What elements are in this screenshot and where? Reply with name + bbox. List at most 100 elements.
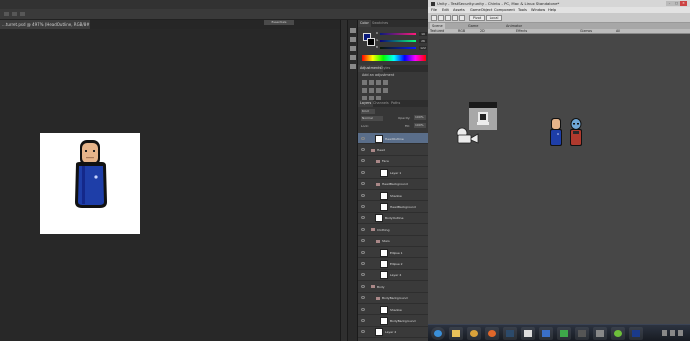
layer-row[interactable]: Ellipse 2	[358, 258, 429, 270]
character-icon[interactable]	[350, 55, 356, 60]
taskbar-chrome-button[interactable]	[467, 327, 481, 340]
curves-icon[interactable]	[376, 80, 381, 85]
blue-value-field[interactable]: 122	[419, 46, 427, 50]
taskbar-spotify-button[interactable]	[611, 327, 625, 340]
maximize-button[interactable]: □	[673, 1, 680, 6]
opacity-field[interactable]: 100%	[414, 115, 426, 120]
minimize-button[interactable]: –	[666, 1, 673, 6]
layer-row[interactable]: Body	[358, 281, 429, 293]
ps-option-icon[interactable]	[20, 12, 25, 16]
visibility-eye-icon[interactable]	[361, 216, 365, 220]
battery-icon[interactable]	[678, 330, 683, 336]
blend-mode-dropdown[interactable]: Normal	[361, 116, 383, 121]
workspace-switcher[interactable]: Essentials	[264, 20, 294, 25]
layer-row[interactable]: BodyBackground	[358, 293, 429, 304]
visibility-eye-icon[interactable]	[361, 250, 365, 254]
scene-view[interactable]	[428, 34, 690, 324]
background-color-swatch[interactable]	[367, 38, 375, 46]
tab-channels[interactable]: Channels	[371, 100, 391, 107]
green-slider[interactable]	[380, 40, 416, 42]
layer-row[interactable]: Ellipse 1	[358, 247, 429, 259]
layer-row[interactable]: Layer 2	[358, 327, 429, 339]
visibility-eye-icon[interactable]	[361, 307, 365, 311]
visibility-eye-icon[interactable]	[361, 136, 365, 140]
taskbar-firefox-button[interactable]	[485, 327, 499, 340]
security-guard-sprite[interactable]	[72, 140, 110, 210]
taskbar-app-green-button[interactable]	[557, 327, 571, 340]
guard-character-blue[interactable]	[549, 118, 563, 146]
layer-row[interactable]: Shadow	[358, 190, 429, 202]
visibility-eye-icon[interactable]	[361, 148, 365, 152]
visibility-eye-icon[interactable]	[361, 170, 365, 174]
taskbar-app-blue-button[interactable]	[539, 327, 553, 340]
taskbar-app-gray-button[interactable]	[593, 327, 607, 340]
taskbar-unity-button[interactable]	[521, 327, 535, 340]
rect-tool-icon[interactable]	[459, 15, 465, 21]
color-balance-icon[interactable]	[376, 88, 381, 93]
tab-color[interactable]: Color	[358, 20, 371, 27]
alien-character-red[interactable]	[569, 118, 583, 146]
visibility-eye-icon[interactable]	[361, 239, 365, 243]
turret-gameobject-icon[interactable]	[469, 102, 497, 130]
properties-icon[interactable]	[350, 37, 356, 42]
taskbar-folder-button[interactable]	[449, 327, 463, 340]
layer-row[interactable]: Stars	[358, 236, 429, 247]
ps-option-icon[interactable]	[4, 12, 9, 16]
scale-tool-icon[interactable]	[452, 15, 458, 21]
layer-row[interactable]: Shadow	[358, 304, 429, 316]
local-toggle[interactable]: Local	[486, 15, 502, 21]
visibility-eye-icon[interactable]	[361, 284, 365, 288]
visibility-eye-icon[interactable]	[361, 262, 365, 266]
layer-row[interactable]: Layer 4	[358, 270, 429, 282]
kind-filter-dropdown[interactable]: Kind	[361, 109, 375, 114]
brightness-icon[interactable]	[362, 80, 367, 85]
red-slider[interactable]	[380, 33, 416, 35]
visibility-eye-icon[interactable]	[361, 205, 365, 209]
taskbar-windows-start-button[interactable]	[431, 327, 445, 340]
move-tool-icon[interactable]	[438, 15, 444, 21]
fill-field[interactable]: 100%	[414, 123, 426, 128]
green-value-field[interactable]: 26	[419, 39, 427, 43]
layer-list[interactable]: HeadOutline Head Face Layer 1 HeadBackground…	[358, 133, 429, 341]
layer-row[interactable]: Head	[358, 144, 429, 156]
red-value-field[interactable]: 10	[419, 32, 427, 36]
visibility-eye-icon[interactable]	[361, 193, 365, 197]
ps-option-icon[interactable]	[12, 12, 17, 16]
layer-row[interactable]: Face	[358, 156, 429, 168]
layer-row[interactable]: HeadOutline	[358, 133, 429, 145]
visibility-eye-icon[interactable]	[361, 296, 365, 300]
rotate-tool-icon[interactable]	[445, 15, 451, 21]
tab-paths[interactable]: Paths	[389, 100, 402, 107]
layer-row[interactable]: BodyOutline	[358, 213, 429, 225]
taskbar-media-button[interactable]	[575, 327, 589, 340]
color-spectrum-ramp[interactable]	[362, 55, 426, 61]
layer-row[interactable]: Clothing	[358, 224, 429, 236]
hand-tool-icon[interactable]	[431, 15, 437, 21]
tab-styles[interactable]: Styles	[378, 65, 392, 72]
tab-swatches[interactable]: Swatches	[370, 20, 390, 27]
levels-icon[interactable]	[369, 80, 374, 85]
taskbar-photoshop-button[interactable]	[629, 327, 643, 340]
layer-row[interactable]: HeadBackground	[358, 179, 429, 190]
black-white-icon[interactable]	[383, 88, 388, 93]
camera-icon[interactable]	[455, 127, 479, 145]
visibility-eye-icon[interactable]	[361, 273, 365, 277]
vibrance-icon[interactable]	[362, 88, 367, 93]
visibility-eye-icon[interactable]	[361, 319, 365, 323]
history-icon[interactable]	[350, 28, 356, 33]
hue-saturation-icon[interactable]	[369, 88, 374, 93]
pivot-toggle[interactable]: Pivot	[469, 15, 485, 21]
visibility-eye-icon[interactable]	[361, 330, 365, 334]
visibility-eye-icon[interactable]	[361, 227, 365, 231]
network-icon[interactable]	[662, 330, 667, 336]
visibility-eye-icon[interactable]	[361, 182, 365, 186]
volume-icon[interactable]	[670, 330, 675, 336]
blue-slider[interactable]	[380, 47, 416, 49]
visibility-eye-icon[interactable]	[361, 159, 365, 163]
layer-row[interactable]: HeadBackground	[358, 201, 429, 213]
exposure-icon[interactable]	[383, 80, 388, 85]
close-button[interactable]: ✕	[680, 1, 687, 6]
brush-icon[interactable]	[350, 46, 356, 51]
document-tab[interactable]: ...turret.psd @ 497% (HeadOutline, RGB/8…	[0, 20, 90, 29]
paragraph-icon[interactable]	[350, 64, 356, 69]
